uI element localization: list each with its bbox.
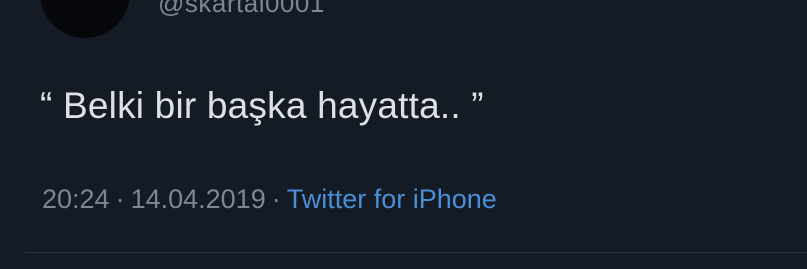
tweet-date[interactable]: 14.04.2019 — [131, 184, 266, 214]
tweet-detail: @skartal0001 “ Belki bir başka hayatta..… — [0, 0, 807, 269]
tweet-time: 20:24 — [42, 184, 110, 214]
tweet-source-link[interactable]: Twitter for iPhone — [287, 184, 497, 214]
user-handle[interactable]: @skartal0001 — [158, 0, 325, 19]
tweet-text: “ Belki bir başka hayatta.. ” — [40, 85, 484, 126]
tweet-meta: 20:24 · 14.04.2019 · Twitter for iPhone — [42, 184, 497, 215]
meta-separator: · — [115, 184, 125, 214]
divider — [25, 252, 807, 253]
avatar[interactable] — [40, 0, 130, 38]
meta-separator: · — [271, 184, 281, 214]
